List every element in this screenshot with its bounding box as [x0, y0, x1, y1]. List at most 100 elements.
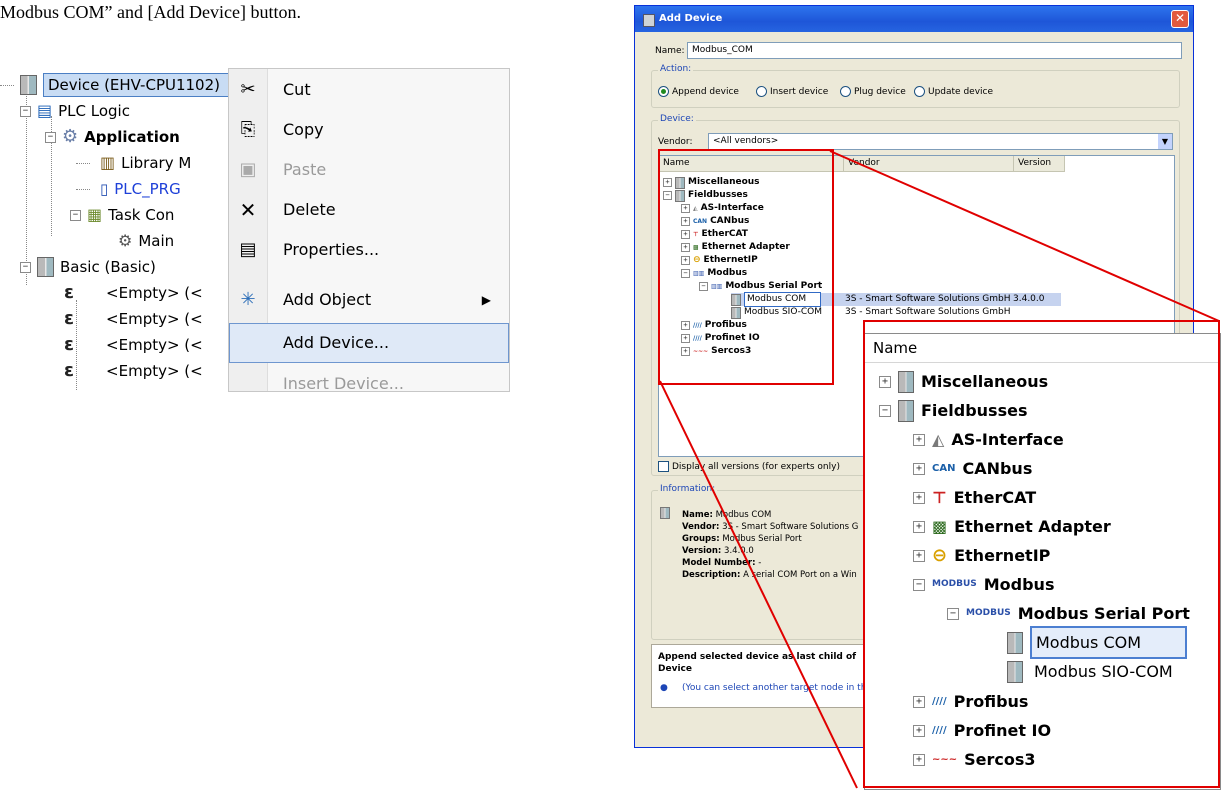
canbus-icon: CAN: [932, 463, 956, 474]
dialog-app-icon: [643, 14, 655, 27]
add-object-icon: ✳: [240, 289, 256, 310]
display-all-versions-checkbox[interactable]: Display all versions (for experts only): [658, 461, 840, 472]
device-icon: [37, 257, 54, 277]
collapse-icon[interactable]: −: [45, 131, 56, 143]
tree-item-main-task[interactable]: ⚙ Main: [118, 228, 174, 254]
device-icon: [898, 399, 914, 422]
tree-item-empty-slot[interactable]: ɛ <Empty> (<: [64, 306, 203, 332]
menu-item-paste[interactable]: ▣ Paste: [229, 151, 509, 189]
radio-insert-device[interactable]: Insert device: [756, 86, 828, 97]
radio-label: Update device: [928, 87, 994, 97]
zoom-item[interactable]: − MODBUS Modbus Serial Port: [947, 599, 1190, 628]
checkbox-label: Display all versions (for experts only): [672, 462, 840, 472]
tree-item-basic[interactable]: − Basic (Basic): [20, 254, 156, 280]
profibus-icon: ////: [932, 696, 947, 707]
tree-item-plc-prg[interactable]: ▯ PLC_PRG: [76, 176, 181, 202]
tree-item-label: <Empty> (<: [106, 336, 203, 354]
zoom-item[interactable]: + ~~~ Sercos3: [913, 745, 1036, 774]
menu-item-label: Delete: [283, 200, 336, 219]
hint-text: (You can select another target node in t…: [682, 683, 872, 693]
zoom-item[interactable]: + ⊤ EtherCAT: [913, 483, 1036, 512]
info-icon: ●: [660, 683, 668, 693]
ethernet-adapter-icon: ▩: [932, 517, 948, 536]
list-item-version: 3.4.0.0: [1013, 294, 1045, 304]
zoom-item[interactable]: +////Profinet IO: [913, 716, 1051, 745]
menu-item-cut[interactable]: ✂ Cut: [229, 71, 509, 109]
tree-item-task-config[interactable]: − ▦ Task Con: [70, 202, 174, 228]
radio-icon: [840, 86, 851, 97]
radio-plug-device[interactable]: Plug device: [840, 86, 906, 97]
menu-item-label: Add Object: [283, 290, 372, 309]
collapse-icon[interactable]: −: [20, 105, 31, 117]
list-item-vendor: 3S - Smart Software Solutions GmbH: [845, 307, 1011, 317]
close-icon[interactable]: ✕: [1171, 10, 1189, 28]
menu-item-delete[interactable]: ✕ Delete: [229, 191, 509, 229]
zoom-item-selected[interactable]: Modbus COM: [1007, 626, 1188, 659]
tree-item-label: <Empty> (<: [106, 362, 203, 380]
menu-item-label: Add Device...: [283, 333, 390, 352]
menu-item-label: Copy: [283, 120, 324, 139]
menu-item-properties[interactable]: ▤ Properties...: [229, 231, 509, 269]
tree-item-empty-slot[interactable]: ɛ <Empty> (<: [64, 358, 203, 384]
zoom-item[interactable]: + CAN CANbus: [913, 454, 1032, 483]
zoom-item[interactable]: + Miscellaneous: [879, 367, 1048, 396]
radio-append-device[interactable]: Append device: [658, 86, 739, 97]
device-icon: [1007, 660, 1023, 683]
list-item-vendor: 3S - Smart Software Solutions GmbH: [845, 294, 1011, 304]
chevron-down-icon[interactable]: ▼: [1158, 134, 1172, 149]
radio-icon: [914, 86, 925, 97]
name-label: Name:: [655, 46, 685, 56]
modbus-icon: MODBUS: [932, 579, 977, 589]
information-group-label: Information:: [658, 484, 718, 494]
zoom-item[interactable]: +////Profibus: [913, 687, 1028, 716]
menu-item-label: Paste: [283, 160, 327, 179]
collapse-icon[interactable]: −: [20, 261, 31, 273]
tree-item-library-manager[interactable]: ▥ Library M: [76, 150, 191, 176]
as-interface-icon: ◭: [932, 430, 945, 449]
program-icon: ▯: [100, 180, 109, 198]
zoom-item[interactable]: − MODBUS Modbus: [913, 570, 1054, 599]
column-header-version[interactable]: Version: [1014, 156, 1065, 172]
library-icon: ▥: [100, 153, 116, 172]
menu-item-insert-device[interactable]: Insert Device...: [229, 365, 509, 403]
action-group-label: Action:: [658, 64, 694, 74]
checkbox-icon: [658, 461, 669, 472]
zoom-item[interactable]: − Fieldbusses: [879, 396, 1027, 425]
ethercat-icon: ⊤: [932, 488, 947, 507]
delete-icon: ✕: [239, 198, 257, 222]
zoom-column-header: Name: [865, 334, 1220, 363]
tree-item-label: Main: [138, 232, 175, 250]
zoom-item[interactable]: Modbus SIO-COM: [1007, 657, 1173, 686]
tree-item-empty-slot[interactable]: ɛ <Empty> (<: [64, 332, 203, 358]
tree-item-application[interactable]: − ⚙ Application: [45, 124, 180, 150]
vendor-select[interactable]: <All vendors> ▼: [708, 133, 1173, 150]
zoom-item[interactable]: + ▩ Ethernet Adapter: [913, 512, 1111, 541]
empty-slot-icon: ɛ: [64, 282, 75, 303]
device-icon: [660, 507, 670, 519]
menu-item-add-object[interactable]: ✳ Add Object ▶: [229, 281, 509, 319]
menu-item-copy[interactable]: ⎘ Copy: [229, 111, 509, 149]
submenu-arrow-icon: ▶: [481, 293, 491, 307]
collapse-icon[interactable]: −: [70, 209, 81, 221]
tree-item-plc-logic[interactable]: − ▤ PLC Logic: [20, 98, 130, 124]
zoom-item[interactable]: + ⊖ EthernetIP: [913, 541, 1050, 570]
column-header-vendor[interactable]: Vendor: [844, 156, 1014, 172]
radio-selected-icon: [658, 86, 669, 97]
zoom-item[interactable]: + ◭ AS-Interface: [913, 425, 1064, 454]
menu-item-label: Insert Device...: [283, 374, 404, 393]
empty-slot-icon: ɛ: [64, 334, 75, 355]
tree-item-label: Task Con: [108, 206, 175, 224]
task-icon: ⚙: [118, 231, 133, 250]
empty-slot-icon: ɛ: [64, 360, 75, 381]
context-menu: ✂ Cut ⎘ Copy ▣ Paste ✕ Delete ▤ Properti…: [228, 68, 510, 393]
scissors-icon: ✂: [240, 79, 256, 100]
vendor-label: Vendor:: [658, 137, 693, 147]
tree-item-label: Basic (Basic): [60, 258, 156, 276]
radio-update-device[interactable]: Update device: [914, 86, 993, 97]
radio-label: Plug device: [854, 87, 906, 97]
menu-item-add-device[interactable]: Add Device...: [229, 323, 509, 363]
tree-item-empty-slot[interactable]: ɛ <Empty> (<: [64, 280, 203, 306]
name-field[interactable]: Modbus_COM: [687, 42, 1182, 59]
menu-item-label: Cut: [283, 80, 311, 99]
dialog-titlebar[interactable]: Add Device ✕: [635, 6, 1193, 32]
